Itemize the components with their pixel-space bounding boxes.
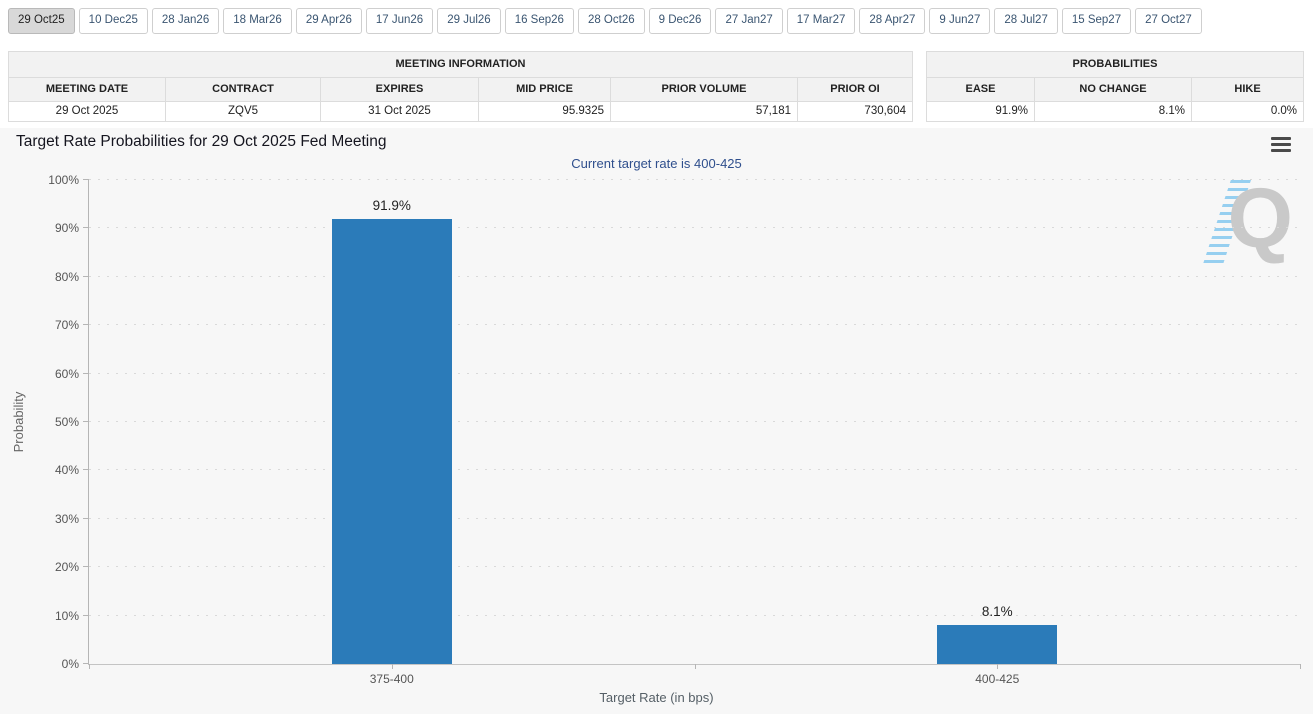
chart-subtitle: Current target rate is 400-425 [0,156,1313,171]
y-tick-mark [83,179,89,180]
mid-price-value: 95.9325 [479,101,611,121]
meeting-tab-29-apr26[interactable]: 29 Apr26 [296,8,362,34]
meeting-tab-28-oct26[interactable]: 28 Oct26 [578,8,645,34]
probability-bar-375-400[interactable] [332,219,452,664]
meeting-tab-16-sep26[interactable]: 16 Sep26 [505,8,574,34]
x-tick-mark [695,664,696,669]
col-meeting-date: MEETING DATE [9,77,166,101]
y-tick-label-80%: 80% [19,270,79,284]
meeting-information-row: 29 Oct 2025 ZQV5 31 Oct 2025 95.9325 57,… [9,101,913,121]
gridline-50% [89,421,1300,422]
y-tick-mark [83,373,89,374]
gridline-20% [89,566,1300,567]
y-tick-label-10%: 10% [19,609,79,623]
expires-value: 31 Oct 2025 [321,101,479,121]
col-expires: EXPIRES [321,77,479,101]
meeting-tab-17-jun26[interactable]: 17 Jun26 [366,8,433,34]
contract-value: ZQV5 [166,101,321,121]
meeting-tab-27-oct27[interactable]: 27 Oct27 [1135,8,1202,34]
meeting-date-value: 29 Oct 2025 [9,101,166,121]
y-tick-label-30%: 30% [19,512,79,526]
gridline-30% [89,518,1300,519]
hike-value: 0.0% [1192,101,1304,121]
x-tick-mark [997,664,998,669]
meeting-tab-29-jul26[interactable]: 29 Jul26 [437,8,500,34]
y-tick-label-20%: 20% [19,560,79,574]
y-tick-mark [83,421,89,422]
meeting-tab-10-dec25[interactable]: 10 Dec25 [79,8,148,34]
probabilities-row: 91.9% 8.1% 0.0% [927,101,1304,121]
meeting-tab-27-jan27[interactable]: 27 Jan27 [715,8,782,34]
y-tick-mark [83,324,89,325]
gridline-90% [89,227,1300,228]
gridline-70% [89,324,1300,325]
meeting-date-tab-strip: 29 Oct2510 Dec2528 Jan2618 Mar2629 Apr26… [0,0,1313,34]
no-change-value: 8.1% [1035,101,1192,121]
gridline-40% [89,469,1300,470]
col-contract: CONTRACT [166,77,321,101]
meeting-tab-28-apr27[interactable]: 28 Apr27 [859,8,925,34]
meeting-tab-18-mar26[interactable]: 18 Mar26 [223,8,292,34]
x-axis-title: Target Rate (in bps) [0,690,1313,705]
meeting-tab-29-oct25[interactable]: 29 Oct25 [8,8,75,34]
bar-value-label-400-425: 8.1% [937,604,1057,619]
x-tick-mark [392,664,393,669]
col-prior-oi: PRIOR OI [798,77,913,101]
x-tick-mark [1300,664,1301,669]
gridline-60% [89,373,1300,374]
probability-bar-400-425[interactable] [937,625,1057,664]
meeting-tab-28-jan26[interactable]: 28 Jan26 [152,8,219,34]
x-tick-mark [89,664,90,669]
prior-oi-value: 730,604 [798,101,913,121]
prior-volume-value: 57,181 [611,101,798,121]
gridline-10% [89,615,1300,616]
x-category-label-400-425: 400-425 [937,672,1057,686]
y-tick-mark [83,276,89,277]
col-mid-price: MID PRICE [479,77,611,101]
meeting-tab-9-dec26[interactable]: 9 Dec26 [649,8,712,34]
summary-tables: MEETING INFORMATION MEETING DATE CONTRAC… [8,51,1302,122]
y-tick-label-100%: 100% [19,173,79,187]
x-category-label-375-400: 375-400 [332,672,452,686]
gridline-80% [89,276,1300,277]
meeting-tab-28-jul27[interactable]: 28 Jul27 [994,8,1057,34]
chart-menu-icon[interactable] [1271,137,1291,152]
y-tick-mark [83,518,89,519]
col-no-change: NO CHANGE [1035,77,1192,101]
y-tick-label-0%: 0% [19,657,79,671]
y-tick-mark [83,566,89,567]
y-tick-mark [83,227,89,228]
col-prior-volume: PRIOR VOLUME [611,77,798,101]
meeting-information-title: MEETING INFORMATION [9,51,913,77]
gridline-100% [89,179,1300,180]
col-hike: HIKE [1192,77,1304,101]
target-rate-chart-panel: Target Rate Probabilities for 29 Oct 202… [0,128,1313,714]
y-tick-mark [83,615,89,616]
meeting-tab-17-mar27[interactable]: 17 Mar27 [787,8,856,34]
meeting-information-table: MEETING INFORMATION MEETING DATE CONTRAC… [8,51,913,122]
probabilities-table: PROBABILITIES EASE NO CHANGE HIKE 91.9% … [926,51,1304,122]
bar-value-label-375-400: 91.9% [332,198,452,213]
col-ease: EASE [927,77,1035,101]
meeting-tab-15-sep27[interactable]: 15 Sep27 [1062,8,1131,34]
y-tick-label-70%: 70% [19,318,79,332]
bar-chart-plot-area: 0%10%20%30%40%50%60%70%80%90%100%91.9%37… [88,180,1300,665]
y-tick-mark [83,469,89,470]
y-tick-label-90%: 90% [19,221,79,235]
chart-title: Target Rate Probabilities for 29 Oct 202… [16,133,386,151]
y-axis-title: Probability [11,347,31,497]
meeting-tab-9-jun27[interactable]: 9 Jun27 [929,8,990,34]
probabilities-title: PROBABILITIES [927,51,1304,77]
ease-value: 91.9% [927,101,1035,121]
